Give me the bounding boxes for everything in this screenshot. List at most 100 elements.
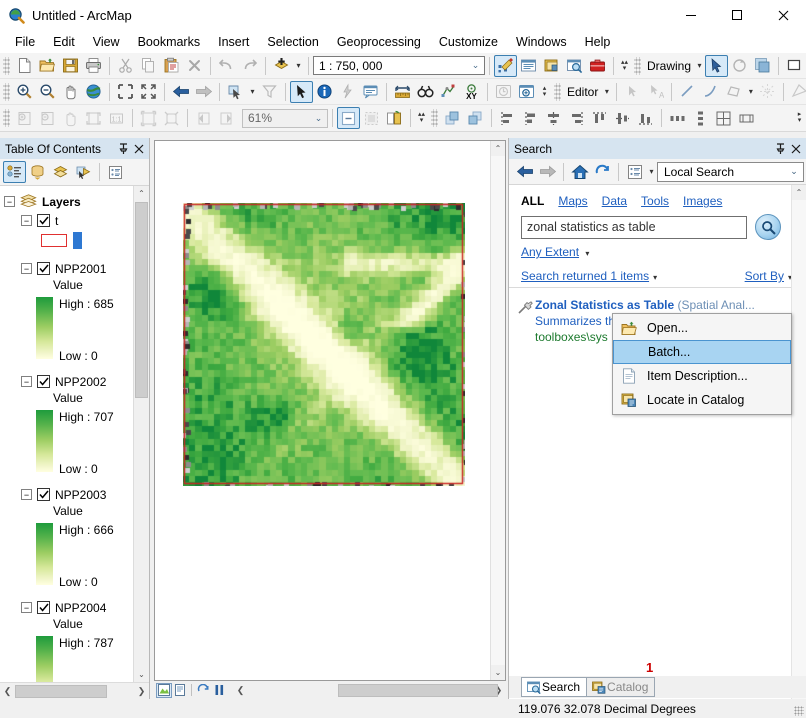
fixed-zoom-in-icon[interactable]	[114, 81, 137, 103]
resize-grip-icon[interactable]	[794, 706, 804, 716]
tab-catalog[interactable]: Catalog	[586, 677, 656, 697]
scroll-right-icon[interactable]: ❯	[134, 686, 149, 697]
chevron-down-icon[interactable]: ▾	[653, 273, 657, 282]
print-icon[interactable]	[82, 55, 105, 77]
toolbar-grip[interactable]	[3, 109, 10, 127]
zoom-in-page-icon[interactable]	[13, 107, 36, 129]
straight-segment-icon[interactable]	[676, 81, 699, 103]
toc-layer-row-npp2002[interactable]: − NPP2002	[4, 372, 149, 391]
close-icon[interactable]	[131, 141, 146, 157]
search-extent-link[interactable]: Any Extent	[521, 245, 579, 259]
full-extent-icon[interactable]	[82, 81, 105, 103]
create-viewer-window-icon[interactable]	[515, 81, 538, 103]
list-by-drawing-order-icon[interactable]	[3, 161, 26, 183]
toc-layer-row-npp2003[interactable]: − NPP2003	[4, 485, 149, 504]
collapse-icon[interactable]: −	[4, 196, 15, 207]
scroll-up-icon[interactable]: ⌃	[134, 186, 149, 201]
scroll-down-icon[interactable]: ⌄	[491, 665, 505, 680]
search-input[interactable]: zonal statistics as table	[521, 215, 747, 239]
undo-icon[interactable]	[215, 55, 238, 77]
chevron-down-icon[interactable]: ⌄	[785, 166, 803, 177]
close-icon[interactable]	[788, 141, 803, 157]
fixed-zoom-in-page-icon[interactable]	[137, 107, 160, 129]
align-left-icon[interactable]	[496, 107, 519, 129]
grid-icon[interactable]	[712, 107, 735, 129]
layer-visibility-checkbox-npp2003[interactable]	[37, 488, 50, 501]
scroll-up-icon[interactable]: ⌃	[792, 185, 806, 200]
outline-red-rect-symbol[interactable]	[41, 233, 67, 247]
menu-insert[interactable]: Insert	[209, 32, 258, 52]
cut-icon[interactable]	[114, 55, 137, 77]
send-backward-icon[interactable]	[464, 107, 487, 129]
toc-layer-row-npp2004[interactable]: − NPP2004	[4, 598, 149, 617]
forward-arrow-icon[interactable]	[536, 161, 559, 183]
align-bottom-icon[interactable]	[634, 107, 657, 129]
collapse-icon[interactable]: −	[21, 602, 32, 613]
collapse-icon[interactable]: −	[21, 489, 32, 500]
search-results-count[interactable]: Search returned 1 items	[521, 269, 649, 283]
layer-visibility-checkbox-t[interactable]	[37, 214, 50, 227]
table-of-contents-icon[interactable]	[517, 55, 540, 77]
scroll-left-icon[interactable]: ❮	[0, 686, 15, 697]
toc-layer-row-t[interactable]: − t	[4, 211, 149, 230]
minimize-button[interactable]	[668, 0, 714, 30]
focus-data-frame-icon[interactable]	[360, 107, 383, 129]
toolbar-grip[interactable]	[431, 109, 438, 127]
search-filter-data[interactable]: Data	[602, 194, 627, 208]
layer-visibility-checkbox-npp2001[interactable]	[37, 262, 50, 275]
find-route-icon[interactable]	[437, 81, 460, 103]
select-features-dropdown-icon[interactable]: ▾	[247, 87, 258, 96]
tools-overflow-icon[interactable]: ▴ ▾	[538, 81, 551, 103]
collapse-icon[interactable]: −	[21, 376, 32, 387]
search-go-button[interactable]	[755, 214, 781, 240]
map-scale-combo[interactable]: 1 : 750, 000 ⌄	[313, 56, 485, 75]
layout-zoom-combo[interactable]: 61% ⌄	[242, 108, 328, 128]
search-scope-combo[interactable]: Local Search ⌄	[657, 161, 804, 182]
toc-root-layers[interactable]: − Layers	[4, 192, 149, 211]
layout-overflow-icon[interactable]: ▴▴ ▾	[415, 107, 428, 129]
zoom-whole-page-icon[interactable]	[82, 107, 105, 129]
context-menu-item-batch[interactable]: Batch...	[613, 340, 791, 364]
menu-edit[interactable]: Edit	[44, 32, 84, 52]
options-icon[interactable]	[104, 161, 127, 183]
distribute-v-icon[interactable]	[689, 107, 712, 129]
search-filter-images[interactable]: Images	[683, 194, 722, 208]
edit-tool-icon[interactable]	[621, 81, 644, 103]
toc-hscroll-thumb[interactable]	[15, 684, 107, 698]
catalog-icon[interactable]	[540, 55, 563, 77]
find-icon[interactable]	[414, 81, 437, 103]
editor-toolbar-label[interactable]: Editor	[564, 85, 601, 99]
tab-search[interactable]: Search	[521, 677, 588, 697]
toolbar-grip[interactable]	[634, 56, 641, 75]
bring-forward-icon[interactable]	[441, 107, 464, 129]
save-icon[interactable]	[59, 55, 82, 77]
toc-scroll-thumb[interactable]	[135, 202, 148, 398]
search-icon[interactable]	[563, 55, 586, 77]
layer-visibility-checkbox-npp2004[interactable]	[37, 601, 50, 614]
editor-toolbar-icon[interactable]	[494, 54, 517, 77]
layer-visibility-checkbox-npp2002[interactable]	[37, 375, 50, 388]
toc-layer-row-npp2001[interactable]: − NPP2001	[4, 259, 149, 278]
arctoolbox-icon[interactable]	[586, 55, 609, 77]
add-data-dropdown-icon[interactable]: ▾	[293, 61, 304, 70]
menu-windows[interactable]: Windows	[507, 32, 576, 52]
toolbar-grip[interactable]	[3, 56, 10, 75]
toc-horizontal-scrollbar[interactable]: ❮ ❯	[0, 682, 149, 699]
pan-page-icon[interactable]	[59, 107, 82, 129]
time-slider-icon[interactable]	[492, 81, 515, 103]
npp-raster-layer[interactable]	[183, 203, 465, 486]
editor-dropdown-icon[interactable]: ▾	[601, 87, 612, 96]
map-vertical-scrollbar[interactable]: ⌃ ⌄	[490, 141, 505, 680]
html-popup-icon[interactable]	[359, 81, 382, 103]
toolbar-overflow-icon[interactable]: ▴▴ ▾	[618, 55, 631, 77]
trace-dropdown-icon[interactable]: ▾	[745, 87, 756, 96]
size-icon[interactable]	[735, 107, 758, 129]
paste-icon[interactable]	[160, 55, 183, 77]
delete-icon[interactable]	[183, 55, 206, 77]
chevron-down-icon[interactable]: ⌄	[310, 113, 327, 124]
map-canvas[interactable]: ⌃ ⌄	[154, 140, 506, 681]
search-filter-maps[interactable]: Maps	[558, 194, 587, 208]
go-forward-page-icon[interactable]	[215, 107, 238, 129]
search-vertical-scrollbar[interactable]: ⌃	[791, 185, 806, 699]
collapse-icon[interactable]: −	[21, 215, 32, 226]
